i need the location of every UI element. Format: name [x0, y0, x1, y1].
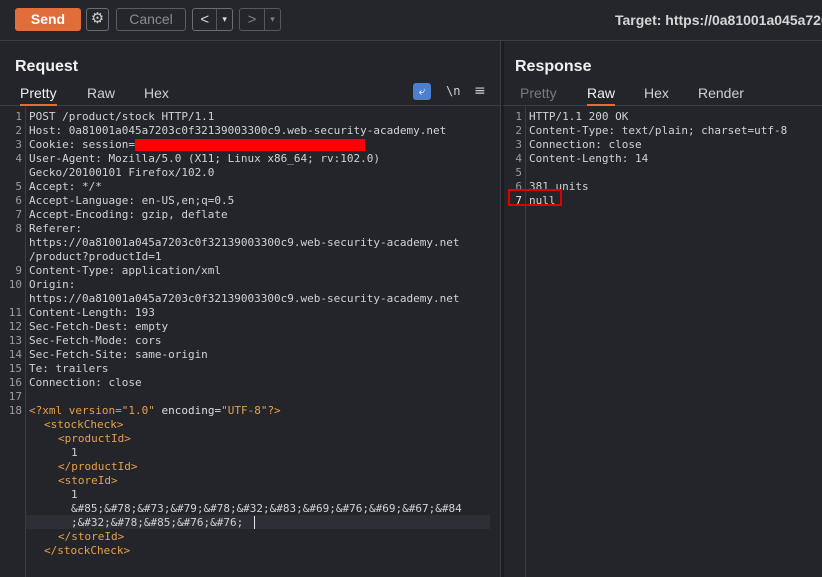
line-number: 11	[8, 306, 22, 319]
xml-productid-value: 1	[71, 446, 78, 459]
xml-productid-close: </productId>	[58, 460, 138, 473]
toolbar: Send ⚙ Cancel < ▾ > ▾ Target: https://0a…	[0, 0, 822, 41]
user-agent-header-cont: Gecko/20100101 Firefox/102.0	[29, 166, 215, 179]
referer-header-cont: https://0a81001a045a7203c0f32139003300c9…	[29, 236, 460, 249]
xml-storeid-open: <storeId>	[58, 474, 118, 487]
accept-encoding-header: Accept-Encoding: gzip, deflate	[29, 208, 228, 221]
tab-hex[interactable]: Hex	[644, 85, 669, 101]
menu-icon[interactable]: ≡	[474, 83, 486, 99]
request-title: Request	[15, 58, 79, 75]
referer-header-cont: /product?productId=1	[29, 250, 162, 263]
line-number: 6	[15, 194, 22, 207]
xml-version-value: "1.0"	[121, 404, 155, 417]
line-number: 9	[15, 264, 22, 277]
redacted-session-value	[134, 139, 365, 151]
tab-pretty: Pretty	[520, 85, 557, 101]
origin-header-cont: https://0a81001a045a7203c0f32139003300c9…	[29, 292, 460, 305]
referer-header: Referer:	[29, 222, 82, 235]
response-viewer[interactable]: 1 2 3 4 5 6 7 HTTP/1.1 200 OK Content-Ty…	[503, 107, 822, 577]
tab-raw[interactable]: Raw	[587, 85, 616, 106]
request-editor[interactable]: 1 2 3 4 5 6 7 8 9 10 11 12 13 14 15 16 1…	[0, 107, 500, 577]
text-caret	[254, 516, 255, 529]
line-number-gutter: 1 2 3 4 5 6 7	[503, 107, 526, 577]
xml-decl-open: <?xml version=	[29, 404, 122, 417]
request-panel: Request Pretty Raw Hex ⤶ \n ≡ 1 2 3 4 5 …	[0, 41, 500, 577]
line-number: 16	[8, 376, 22, 389]
xml-encoding-value: "UTF-8"	[221, 404, 268, 417]
forward-arrow-icon[interactable]: >	[240, 9, 264, 30]
xml-declaration: <?xml version="1.0" encoding="UTF-8"?>	[29, 404, 281, 417]
accept-language-header: Accept-Language: en-US,en;q=0.5	[29, 194, 235, 207]
cancel-button[interactable]: Cancel	[116, 8, 186, 31]
line-number: 4	[515, 152, 522, 165]
line-number: 1	[15, 110, 22, 123]
line-number: 4	[15, 152, 22, 165]
back-history-dropdown-icon[interactable]: ▾	[216, 9, 232, 30]
response-tabs: Pretty Raw Hex Render	[503, 81, 822, 106]
cookie-label: Cookie: session=	[29, 138, 135, 151]
target-url[interactable]: Target: https://0a81001a045a720	[615, 12, 822, 28]
tab-raw[interactable]: Raw	[87, 85, 115, 101]
response-title: Response	[515, 58, 592, 75]
content-type-header: Content-Type: text/plain; charset=utf-8	[529, 124, 788, 137]
line-number: 14	[8, 348, 22, 361]
forward-button-group[interactable]: > ▾	[239, 8, 281, 31]
tab-pretty[interactable]: Pretty	[20, 85, 57, 106]
line-number: 5	[15, 180, 22, 193]
line-number: 2	[15, 124, 22, 137]
response-panel: Response Pretty Raw Hex Render 1 2 3 4 5…	[503, 41, 822, 577]
forward-history-dropdown-icon[interactable]: ▾	[264, 9, 280, 30]
request-line: POST /product/stock HTTP/1.1	[29, 110, 215, 123]
line-number: 8	[15, 222, 22, 235]
accept-header: Accept: */*	[29, 180, 102, 193]
xml-decl-close: ?>	[267, 404, 281, 417]
line-number: 3	[515, 138, 522, 151]
back-arrow-icon[interactable]: <	[193, 9, 216, 30]
xml-entity-payload-cont: ;&#32;&#78;&#85;&#76;&#76;	[71, 516, 244, 529]
line-number: 13	[8, 334, 22, 347]
line-number: 1	[515, 110, 522, 123]
xml-storeid-close: </storeId>	[58, 530, 125, 543]
content-type-header: Content-Type: application/xml	[29, 264, 222, 277]
origin-header: Origin:	[29, 278, 76, 291]
line-number: 12	[8, 320, 22, 333]
sec-fetch-site-header: Sec-Fetch-Site: same-origin	[29, 348, 208, 361]
gear-icon[interactable]: ⚙	[86, 8, 109, 31]
highlight-annotation-box	[508, 189, 562, 206]
line-number: 18	[8, 404, 22, 417]
content-length-header: Content-Length: 193	[29, 306, 155, 319]
user-agent-header: User-Agent: Mozilla/5.0 (X11; Linux x86_…	[29, 152, 380, 165]
line-number: 7	[15, 208, 22, 221]
word-wrap-icon[interactable]: ⤶	[413, 83, 431, 100]
tab-render[interactable]: Render	[698, 85, 744, 101]
cookie-header: Cookie: session=	[29, 138, 365, 151]
sec-fetch-mode-header: Sec-Fetch-Mode: cors	[29, 334, 162, 347]
status-line: HTTP/1.1 200 OK	[529, 110, 629, 123]
xml-entity-payload: &#85;&#78;&#73;&#79;&#78;&#32;&#83;&#69;…	[71, 502, 462, 515]
connection-header: Connection: close	[29, 376, 142, 389]
host-header: Host: 0a81001a045a7203c0f32139003300c9.w…	[29, 124, 447, 137]
send-button[interactable]: Send	[15, 8, 81, 31]
line-number: 2	[515, 124, 522, 137]
xml-productid-open: <productId>	[58, 432, 131, 445]
xml-encoding-attr: encoding=	[154, 404, 222, 417]
te-header: Te: trailers	[29, 362, 109, 375]
tab-hex[interactable]: Hex	[144, 85, 169, 101]
line-number: 5	[515, 166, 522, 179]
connection-header: Connection: close	[529, 138, 642, 151]
xml-stockcheck-open: <stockCheck>	[44, 418, 124, 431]
back-button-group[interactable]: < ▾	[192, 8, 233, 31]
line-number-gutter: 1 2 3 4 5 6 7 8 9 10 11 12 13 14 15 16 1…	[0, 107, 26, 577]
line-number: 15	[8, 362, 22, 375]
show-newlines-button[interactable]: \n	[446, 84, 460, 98]
xml-storeid-value: 1	[71, 488, 78, 501]
xml-stockcheck-close: </stockCheck>	[44, 544, 131, 557]
line-number: 17	[8, 390, 22, 403]
sec-fetch-dest-header: Sec-Fetch-Dest: empty	[29, 320, 169, 333]
content-length-header: Content-Length: 14	[529, 152, 649, 165]
line-number: 3	[15, 138, 22, 151]
line-number: 10	[8, 278, 22, 291]
